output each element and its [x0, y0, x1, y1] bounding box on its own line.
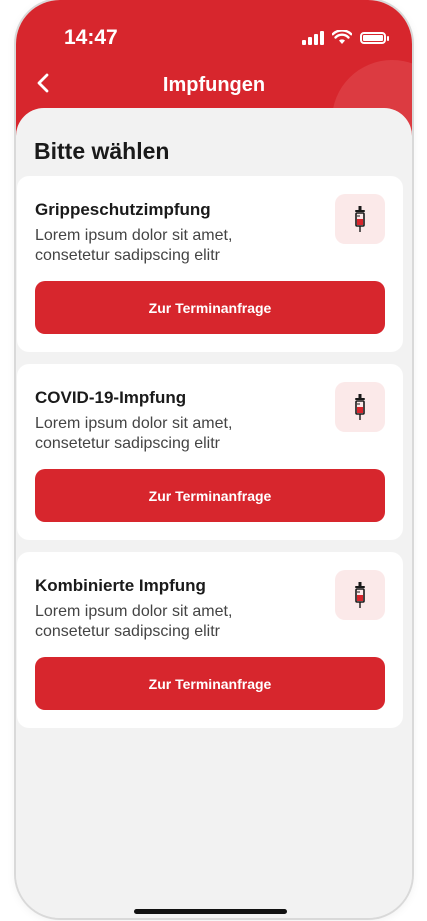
page-title: Impfungen [162, 74, 266, 96]
card-description: Lorem ipsum dolor sit amet, consetetur s… [35, 415, 233, 452]
home-indicator[interactable] [134, 909, 287, 914]
appointment-request-button[interactable]: Zur Terminanfrage [35, 469, 385, 522]
appointment-request-button[interactable]: Zur Terminanfrage [35, 281, 385, 334]
card-title: COVID-19-Impfung [35, 388, 187, 407]
vaccination-card: COVID-19-Impfung Lorem ipsum dolor sit a… [17, 364, 403, 540]
status-icons [302, 30, 389, 45]
wifi-icon [332, 30, 352, 44]
vaccination-card: Kombinierte Impfung Lorem ipsum dolor si… [17, 552, 403, 728]
syringe-icon [335, 570, 385, 620]
card-title: Grippeschutzimpfung [35, 200, 211, 219]
syringe-icon [335, 194, 385, 244]
syringe-icon [335, 382, 385, 432]
card-title: Kombinierte Impfung [35, 576, 206, 595]
section-title: Bitte wählen [34, 138, 170, 164]
appointment-request-button[interactable]: Zur Terminanfrage [35, 657, 385, 710]
vaccination-card: Grippeschutzimpfung Lorem ipsum dolor si… [17, 176, 403, 352]
signal-icon [302, 30, 324, 45]
status-time: 14:47 [64, 26, 118, 49]
card-description: Lorem ipsum dolor sit amet, consetetur s… [35, 227, 233, 264]
card-description: Lorem ipsum dolor sit amet, consetetur s… [35, 603, 233, 640]
nav-bar: Impfungen [16, 60, 412, 110]
battery-icon [360, 31, 389, 44]
